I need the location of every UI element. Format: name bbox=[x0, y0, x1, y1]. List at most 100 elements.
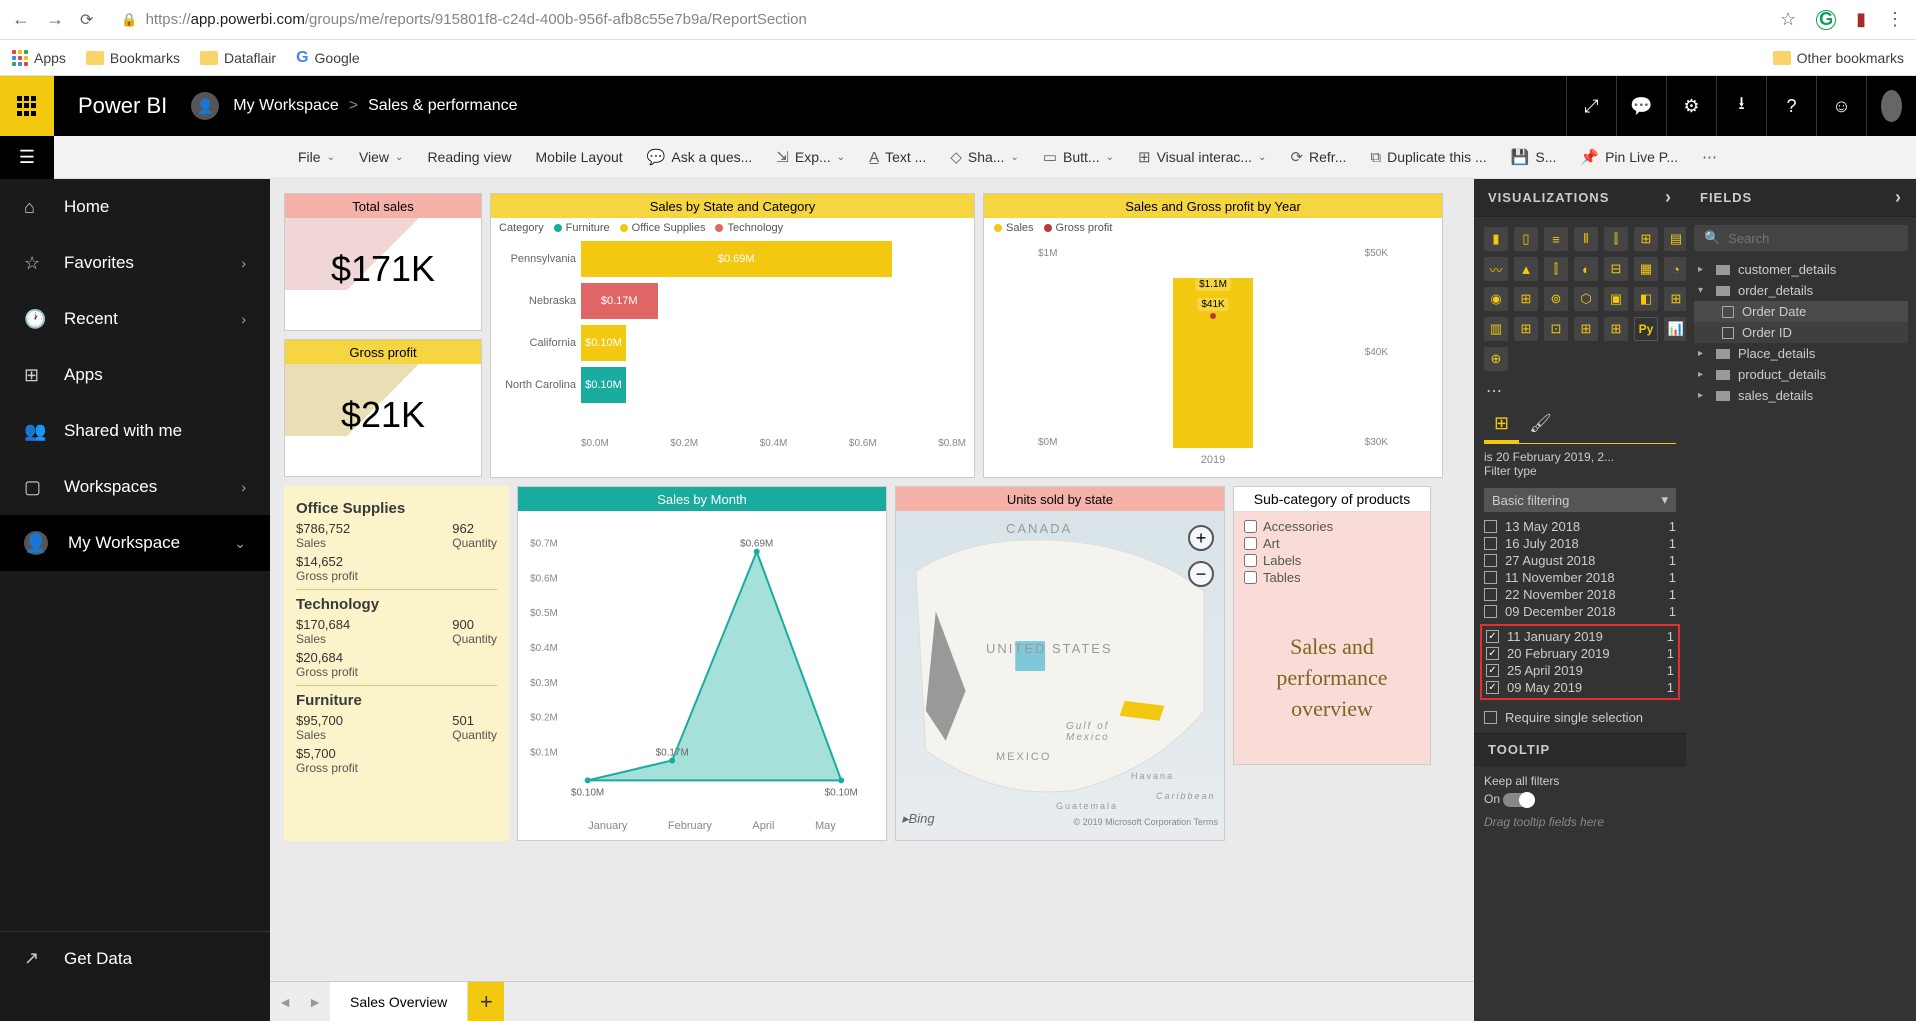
app-launcher[interactable] bbox=[0, 76, 54, 136]
save-button[interactable]: 💾S... bbox=[1499, 136, 1569, 179]
visual-interactions-button[interactable]: ⊞Visual interac...⌄ bbox=[1126, 136, 1278, 179]
filter-option[interactable]: 09 December 20181 bbox=[1484, 603, 1676, 620]
subcat-option[interactable]: Accessories bbox=[1244, 518, 1420, 535]
ask-question-button[interactable]: 💬Ask a ques... bbox=[635, 136, 765, 179]
nav-my-workspace[interactable]: 👤My Workspace⌄ bbox=[0, 515, 270, 571]
viz-type-icon[interactable]: ▥ bbox=[1484, 317, 1508, 341]
viz-type-icon[interactable]: ⊞ bbox=[1574, 317, 1598, 341]
filter-option[interactable]: 22 November 20181 bbox=[1484, 586, 1676, 603]
table-Place_details[interactable]: ▸Place_details bbox=[1694, 343, 1908, 364]
subcat-option[interactable]: Art bbox=[1244, 535, 1420, 552]
address-bar[interactable]: 🔒 https://app.powerbi.com/groups/me/repo… bbox=[109, 11, 1764, 28]
download-button[interactable]: ⭳ bbox=[1716, 76, 1766, 136]
table-customer_details[interactable]: ▸customer_details bbox=[1694, 259, 1908, 280]
star-icon[interactable]: ☆ bbox=[1780, 9, 1796, 30]
nav-workspaces[interactable]: ▢Workspaces› bbox=[0, 459, 270, 515]
search-input[interactable] bbox=[1728, 231, 1904, 246]
tab-next[interactable]: ► bbox=[300, 994, 330, 1010]
filter-option[interactable]: 25 April 20191 bbox=[1486, 662, 1674, 679]
viz-type-icon[interactable]: ⊡ bbox=[1544, 317, 1568, 341]
page-tab[interactable]: Sales Overview bbox=[330, 982, 468, 1021]
table-sales_details[interactable]: ▸sales_details bbox=[1694, 385, 1908, 406]
viz-type-icon[interactable]: ▤ bbox=[1664, 227, 1688, 251]
kpi-gross-profit[interactable]: Gross profit $21K bbox=[284, 339, 482, 477]
viz-type-icon[interactable]: ▯ bbox=[1514, 227, 1538, 251]
viz-type-icon[interactable]: ▮ bbox=[1484, 227, 1508, 251]
viz-type-icon[interactable]: ⫿ bbox=[1604, 227, 1628, 251]
explore-button[interactable]: ⇲Exp...⌄ bbox=[764, 136, 857, 179]
viz-type-icon[interactable]: ◔ bbox=[1664, 257, 1688, 281]
filter-option[interactable]: 11 November 20181 bbox=[1484, 569, 1676, 586]
format-tab[interactable]: 🖌 bbox=[1519, 407, 1562, 443]
viz-type-icon[interactable]: ≡ bbox=[1544, 227, 1568, 251]
fullscreen-button[interactable]: ⤢ bbox=[1566, 76, 1616, 136]
reading-view-button[interactable]: Reading view bbox=[415, 136, 523, 179]
nav-recent[interactable]: 🕐Recent› bbox=[0, 291, 270, 347]
comments-button[interactable]: 💬 bbox=[1616, 76, 1666, 136]
tooltip-toggle[interactable] bbox=[1503, 793, 1535, 807]
filter-option[interactable]: 11 January 20191 bbox=[1486, 628, 1674, 645]
filter-option[interactable]: 09 May 20191 bbox=[1486, 679, 1674, 696]
viz-type-icon[interactable]: ▦ bbox=[1634, 257, 1658, 281]
add-page-button[interactable]: + bbox=[468, 982, 504, 1021]
nav-favorites[interactable]: ☆Favorites› bbox=[0, 235, 270, 291]
viz-type-icon[interactable]: ⊞ bbox=[1664, 287, 1688, 311]
file-menu[interactable]: File⌄ bbox=[286, 136, 347, 179]
breadcrumb-report[interactable]: Sales & performance bbox=[368, 97, 517, 115]
textbox-button[interactable]: A̲Text ... bbox=[857, 136, 938, 179]
subcat-option[interactable]: Labels bbox=[1244, 552, 1420, 569]
filter-option[interactable]: 20 February 20191 bbox=[1486, 645, 1674, 662]
nav-home[interactable]: ⌂Home bbox=[0, 179, 270, 235]
breadcrumb-workspace[interactable]: My Workspace bbox=[233, 97, 339, 115]
reload-button[interactable]: ⟳ bbox=[80, 10, 93, 30]
buttons-button[interactable]: ▭Butt...⌄ bbox=[1031, 136, 1126, 179]
bookmark-folder[interactable]: Bookmarks bbox=[86, 50, 180, 66]
chart-sales-by-state[interactable]: Sales by State and Category Category Fur… bbox=[490, 193, 975, 478]
profile-button[interactable] bbox=[1866, 76, 1916, 136]
viz-type-icon[interactable]: 〰 bbox=[1484, 257, 1508, 281]
viz-type-icon[interactable]: ▣ bbox=[1604, 287, 1628, 311]
table-order_details[interactable]: ▾order_details bbox=[1694, 280, 1908, 301]
viz-type-icon[interactable]: Py bbox=[1634, 317, 1658, 341]
other-bookmarks[interactable]: Other bookmarks bbox=[1773, 50, 1904, 66]
viz-type-icon[interactable]: ⫴ bbox=[1574, 227, 1598, 251]
viz-type-icon[interactable]: ⊞ bbox=[1604, 317, 1628, 341]
bookmark-folder[interactable]: Dataflair bbox=[200, 50, 276, 66]
user-icon[interactable]: 👤 bbox=[191, 92, 219, 120]
extension-icon[interactable]: ▮ bbox=[1856, 9, 1866, 30]
viz-type-icon[interactable]: ⬡ bbox=[1574, 287, 1598, 311]
viz-type-icon[interactable]: ◐ bbox=[1574, 257, 1598, 281]
zoom-out-button[interactable]: − bbox=[1188, 561, 1214, 587]
chart-sales-by-month[interactable]: Sales by Month $0.1M$0.2M$0.3M$0.4M$0.5M… bbox=[517, 486, 887, 841]
map-units-sold[interactable]: Units sold by state CANADA UNITED STATES… bbox=[895, 486, 1225, 841]
field-Order ID[interactable]: Order ID bbox=[1694, 322, 1908, 343]
viz-type-icon[interactable]: ⊞ bbox=[1514, 287, 1538, 311]
menu-icon[interactable]: ⋮ bbox=[1886, 9, 1904, 30]
subcategory-slicer[interactable]: Sub-category of products AccessoriesArtL… bbox=[1233, 486, 1431, 765]
collapse-icon[interactable]: › bbox=[1895, 187, 1902, 208]
require-single-checkbox[interactable] bbox=[1484, 711, 1497, 724]
subcat-option[interactable]: Tables bbox=[1244, 569, 1420, 586]
view-menu[interactable]: View⌄ bbox=[347, 136, 415, 179]
filter-option[interactable]: 13 May 20181 bbox=[1484, 518, 1676, 535]
viz-type-icon[interactable]: ⊚ bbox=[1544, 287, 1568, 311]
more-visuals[interactable]: ⋯ bbox=[1474, 381, 1686, 401]
field-Order Date[interactable]: Order Date bbox=[1694, 301, 1908, 322]
forward-button[interactable]: → bbox=[46, 9, 64, 30]
fields-search[interactable]: 🔍 bbox=[1694, 225, 1908, 251]
filter-type-dropdown[interactable]: Basic filtering▾ bbox=[1484, 488, 1676, 512]
filter-option[interactable]: 16 July 20181 bbox=[1484, 535, 1676, 552]
viz-type-icon[interactable]: ⊟ bbox=[1604, 257, 1628, 281]
grammarly-icon[interactable]: G bbox=[1816, 10, 1836, 30]
nav-shared[interactable]: 👥Shared with me bbox=[0, 403, 270, 459]
get-data-button[interactable]: ↗Get Data bbox=[0, 931, 270, 985]
viz-type-icon[interactable]: ⊕ bbox=[1484, 347, 1508, 371]
fields-tab[interactable]: ⊞ bbox=[1484, 407, 1519, 443]
mobile-layout-button[interactable]: Mobile Layout bbox=[524, 136, 635, 179]
viz-type-icon[interactable]: ◧ bbox=[1634, 287, 1658, 311]
refresh-button[interactable]: ⟳Refr... bbox=[1278, 136, 1358, 179]
duplicate-button[interactable]: ⧉Duplicate this ... bbox=[1358, 136, 1498, 179]
viz-type-icon[interactable]: ⫿ bbox=[1544, 257, 1568, 281]
zoom-in-button[interactable]: + bbox=[1188, 525, 1214, 551]
category-summary-panel[interactable]: Office Supplies $786,752Sales962Quantity… bbox=[284, 486, 509, 841]
